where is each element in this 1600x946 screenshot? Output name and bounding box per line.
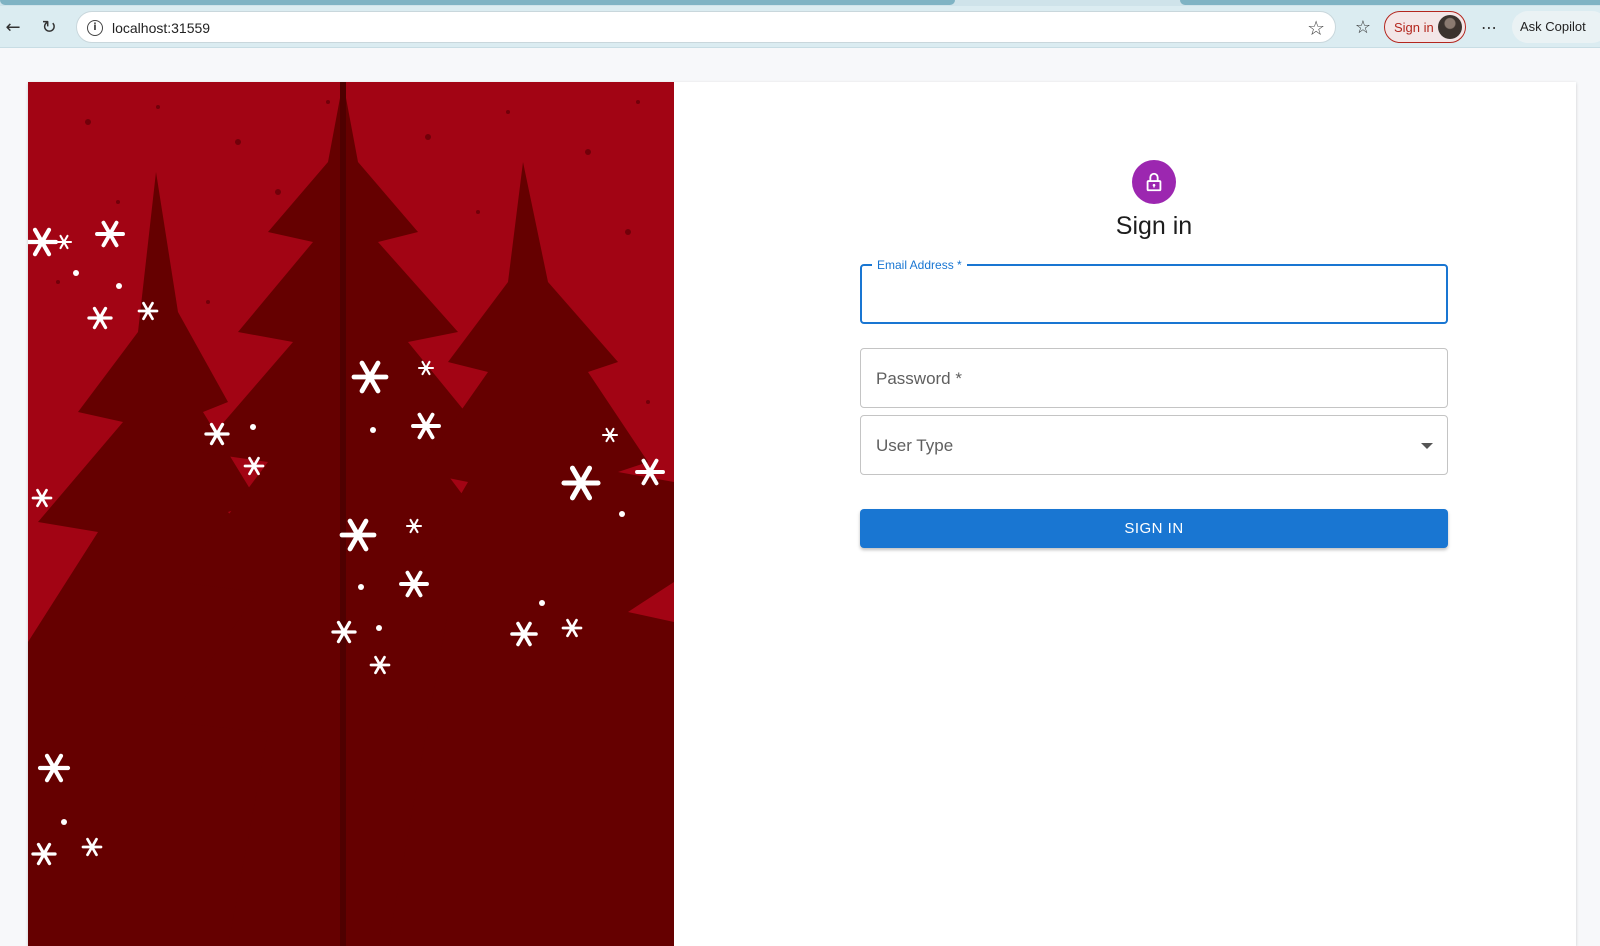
email-input[interactable] [876,280,1426,308]
email-field[interactable]: Email Address * [860,258,1448,324]
sign-in-button[interactable]: SIGN IN [860,509,1448,548]
login-card: Sign in Email Address * Password * User … [28,82,1576,946]
back-icon[interactable]: ← [0,14,26,40]
profile-sign-in-label: Sign in [1394,20,1434,35]
dropdown-arrow-icon[interactable] [1421,443,1433,449]
user-type-placeholder: User Type [876,436,954,455]
user-type-select[interactable]: User Type [860,415,1448,475]
page-title: Sign in [1115,212,1193,240]
password-field[interactable]: Password * [860,348,1448,408]
active-tab-indicator[interactable] [0,0,955,5]
ask-copilot-button[interactable]: Ask Copilot [1512,11,1600,43]
winter-forest-illustration [28,82,674,946]
tab-indicator[interactable] [1180,0,1600,5]
lock-icon [1146,172,1162,192]
favorite-star-icon[interactable]: ☆ [1307,16,1325,40]
sign-in-form: Sign in Email Address * Password * User … [674,82,1576,946]
password-placeholder: Password * [876,369,962,388]
email-label: Email Address * [872,258,967,272]
browser-toolbar: ← ↻ i localhost:31559 ☆ ☆ Sign in ⋯ Ask … [0,6,1600,48]
info-icon[interactable]: i [87,20,103,36]
more-icon[interactable]: ⋯ [1476,14,1502,40]
ask-copilot-label: Ask Copilot [1520,19,1586,34]
address-bar[interactable]: i localhost:31559 ☆ [76,11,1336,43]
profile-avatar [1438,15,1462,39]
lock-avatar [1132,160,1176,204]
profile-sign-in-button[interactable]: Sign in [1384,11,1466,43]
christmas-tree-image [28,82,674,946]
favorites-icon[interactable]: ☆ [1350,14,1376,40]
reload-icon[interactable]: ↻ [36,14,62,40]
url-text[interactable]: localhost:31559 [112,20,210,36]
